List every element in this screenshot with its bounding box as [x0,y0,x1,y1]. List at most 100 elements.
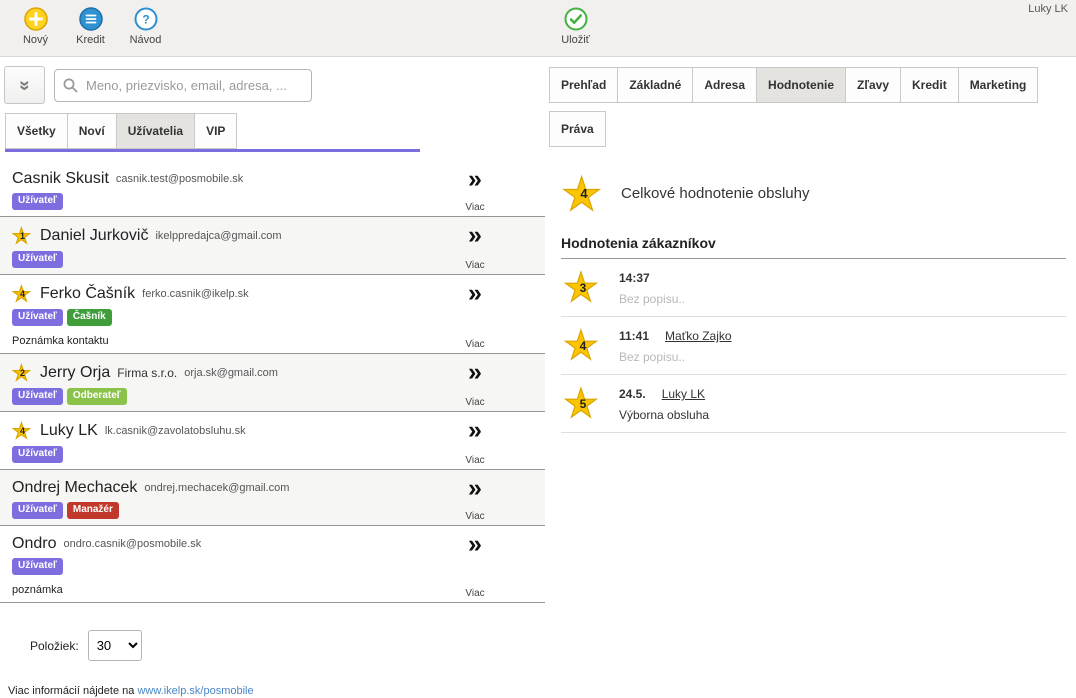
search-input[interactable] [54,69,312,102]
badge-subscriber: Odberateľ [67,388,127,405]
credit-button[interactable]: Kredit [63,5,118,46]
contact-more-button[interactable]: Viac [455,224,495,271]
contact-title-line: Casnik Skusitcasnik.test@posmobile.sk [12,170,445,188]
page-size-select[interactable]: 30 [88,630,142,661]
rating-timestamp: 11:41 [619,329,649,343]
double-chevron-right-icon [468,282,482,306]
tab-kredit[interactable]: Kredit [900,67,959,103]
credit-button-label: Kredit [76,34,105,46]
badge-user: Užívateľ [12,309,63,326]
new-button[interactable]: Nový [8,5,63,46]
star-rating-icon: 1 [12,226,33,246]
contact-more-button[interactable]: Viac [455,282,495,350]
more-label: Viac [465,588,484,599]
more-label: Viac [465,202,484,213]
contact-badges: Užívateľ [12,558,445,575]
more-label: Viac [465,511,484,522]
toolbar: Nový Kredit ? Návod [0,0,1076,57]
ratings-heading: Hodnotenia zákazníkov [561,235,1066,259]
tab-zakladne[interactable]: Základné [617,67,693,103]
contact-row[interactable]: Casnik Skusitcasnik.test@posmobile.skUží… [0,161,545,217]
tab-vsetky[interactable]: Všetky [5,113,68,149]
contact-row[interactable]: Ondrej Mechacekondrej.mechacek@gmail.com… [0,470,545,526]
search-icon [62,77,79,99]
tab-novi[interactable]: Noví [67,113,117,149]
rating-title-line: 11:41 Maťko Zajko [619,329,732,343]
badge-user: Užívateľ [12,558,63,575]
contact-email: lk.casnik@zavolatobsluhu.sk [105,425,246,437]
tab-vip[interactable]: VIP [194,113,237,149]
contact-row[interactable]: 2Jerry OrjaFirma s.r.o.orja.sk@gmail.com… [0,354,545,412]
contact-company: Firma s.r.o. [117,366,177,380]
double-chevron-right-icon [468,361,482,385]
star-value: 3 [563,281,603,295]
contact-more-button[interactable]: Viac [455,361,495,408]
save-button[interactable]: Uložiť [548,5,603,46]
star-value: 4 [563,339,603,353]
rating-row: 411:41Maťko ZajkoBez popisu.. [561,317,1066,375]
contact-email: ferko.casnik@ikelp.sk [142,288,249,300]
contact-email: orja.sk@gmail.com [184,367,278,379]
contact-title-line: 4Luky LKlk.casnik@zavolatobsluhu.sk [12,421,445,441]
tab-hodnotenie[interactable]: Hodnotenie [756,67,846,103]
tab-marketing[interactable]: Marketing [958,67,1039,103]
more-label: Viac [465,339,484,350]
pager: Položiek: 30 [30,630,545,661]
badge-user: Užívateľ [12,388,63,405]
star-rating-icon: 2 [12,363,33,383]
contact-info: Casnik Skusitcasnik.test@posmobile.skUží… [12,170,445,210]
tab-adresa[interactable]: Adresa [692,67,757,103]
footer-link[interactable]: www.ikelp.sk/posmobile [137,685,253,697]
rating-timestamp: 14:37 [619,271,650,285]
rating-row: 314:37Bez popisu.. [561,259,1066,317]
guide-button[interactable]: ? Návod [118,5,173,46]
more-label: Viac [465,397,484,408]
contact-badges: UžívateľOdberateľ [12,388,445,405]
contact-name: Ondrej Mechacek [12,479,137,497]
double-chevron-right-icon [468,168,482,192]
badge-user: Užívateľ [12,502,63,519]
star-rating-icon: 5 [563,384,603,422]
tab-prehlad[interactable]: Prehľad [549,67,618,103]
star-rating-icon: 4 [12,284,33,304]
contact-email: casnik.test@posmobile.sk [116,173,243,185]
contact-list: Casnik Skusitcasnik.test@posmobile.sk Uží… [0,161,545,603]
current-user-label: Luky LK [1028,3,1068,15]
footer: Viac informácií nájdete na www.ikelp.sk/… [8,685,545,697]
tab-zlavy[interactable]: Zľavy [845,67,901,103]
badge-manager: Manažér [67,502,119,519]
save-button-label: Uložiť [561,34,590,46]
tab-prava[interactable]: Práva [549,111,606,147]
contact-row[interactable]: Ondroondro.casnik@posmobile.skUžívateľpo… [0,526,545,603]
rating-customer-link[interactable]: Luky LK [662,387,705,401]
contact-title-line: Ondroondro.casnik@posmobile.sk [12,535,445,553]
contact-info: 4Luky LKlk.casnik@zavolatobsluhu.skUžíva… [12,421,445,463]
double-chevron-right-icon [468,533,482,557]
contact-email: ikelppredajca@gmail.com [155,230,281,242]
contact-title-line: 4Ferko Čašníkferko.casnik@ikelp.sk [12,284,445,304]
overall-rating: 4 Celkové hodnotenie obsluhy [561,171,1066,215]
star-value: 5 [563,397,603,411]
contact-more-button[interactable]: Viac [455,477,495,522]
contacts-panel: » VšetkyNovíUžívateliaVIP Casnik Skusitc… [0,57,545,697]
rating-customer-link[interactable]: Maťko Zajko [665,329,732,343]
more-label: Viac [465,455,484,466]
contact-badges: Užívateľ [12,251,445,268]
tab-uzivatelia[interactable]: Užívatelia [116,113,195,149]
collapse-button[interactable]: » [4,66,45,104]
rating-timestamp: 24.5. [619,387,646,401]
toolbar-left-group: Nový Kredit ? Návod [8,5,548,46]
contact-more-button[interactable]: Viac [455,419,495,466]
rating-title-line: 24.5. Luky LK [619,387,709,401]
double-chevron-down-icon: » [15,80,34,91]
contact-more-button[interactable]: Viac [455,533,495,599]
contact-row[interactable]: 1 Daniel Jurkovič ikelppredajca@gmail.com U… [0,217,545,275]
contact-name: Daniel Jurkovič [40,227,148,245]
new-button-label: Nový [23,34,48,46]
detail-tabs: PrehľadZákladnéAdresaHodnotenieZľavyKred… [549,67,1066,155]
contact-more-button[interactable]: Viac [455,168,495,213]
contact-row[interactable]: 4Ferko Čašníkferko.casnik@ikelp.sk Užívat… [0,275,545,354]
star-value: 1 [12,231,33,241]
contact-row[interactable]: 4Luky LKlk.casnik@zavolatobsluhu.skUžíva… [0,412,545,470]
badge-waiter: Čašník [67,309,112,326]
